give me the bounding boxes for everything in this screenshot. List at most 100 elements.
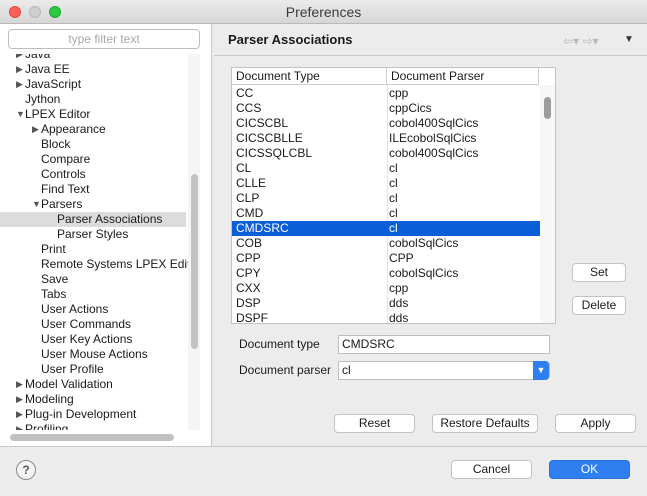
tree-item[interactable]: ▶ JavaScript (0, 77, 186, 92)
preference-tree-pane: type filter text ▶ Java ▶ Java EE ▶ JavaScrip… (0, 24, 212, 446)
tree-item[interactable]: User Key Actions (0, 332, 186, 347)
tree-item[interactable]: Remote Systems LPEX Edito (0, 257, 197, 272)
tree-item-label: Plug-in Development (25, 407, 137, 421)
parser-associations-table[interactable]: Document Type Document Parser CC cpp CCS cp… (231, 67, 556, 324)
table-row[interactable]: CMDSRC cl (232, 221, 541, 236)
document-parser-cell: ILEcobolSqlCics (389, 131, 477, 145)
tree-item-label: Profiling (25, 422, 69, 430)
delete-button[interactable]: Delete (572, 296, 626, 315)
expand-twisty-icon[interactable]: ▶ (16, 377, 23, 392)
document-parser-cell: cl (389, 176, 398, 190)
table-row[interactable]: CPP CPP (232, 251, 541, 266)
set-button[interactable]: Set (572, 263, 626, 282)
tree-item[interactable]: Find Text (0, 182, 186, 197)
apply-button[interactable]: Apply (555, 414, 636, 433)
table-row[interactable]: CICSCBL cobol400SqlCics (232, 116, 541, 131)
tree-item[interactable]: User Commands (0, 317, 186, 332)
collapse-twisty-icon[interactable]: ▼ (32, 197, 41, 212)
tree-item-label: Parser Associations (57, 212, 163, 226)
tree-item-label: Parser Styles (57, 227, 129, 241)
document-type-cell: CCS (236, 101, 262, 115)
table-scrollbar[interactable] (540, 85, 555, 323)
document-parser-cell: cpp (389, 281, 409, 295)
document-parser-cell: cpp (389, 86, 409, 100)
tree-item[interactable]: Save (0, 272, 186, 287)
expand-twisty-icon[interactable]: ▶ (16, 407, 23, 422)
view-menu-icon[interactable]: ▼ (624, 34, 634, 45)
chevron-down-icon[interactable]: ▾ (573, 34, 579, 48)
tree-item[interactable]: Controls (0, 167, 186, 182)
table-row[interactable]: CLLE cl (232, 176, 541, 191)
tree-item[interactable]: Block (0, 137, 186, 152)
chevron-down-icon[interactable]: ▾ (593, 34, 599, 48)
tree-item[interactable]: ▶ Modeling (0, 392, 186, 407)
table-row[interactable]: CXX cpp (232, 281, 541, 296)
tree-item-label: User Commands (41, 317, 132, 331)
collapse-twisty-icon[interactable]: ▼ (16, 107, 25, 122)
reset-button[interactable]: Reset (334, 414, 415, 433)
tree-item[interactable]: ▶ Java EE (0, 62, 186, 77)
tree-item-label: User Profile (41, 362, 104, 376)
document-parser-cell: cobolSqlCics (389, 236, 459, 250)
tree-item[interactable]: User Mouse Actions (0, 347, 186, 362)
table-row[interactable]: CC cpp (232, 86, 541, 101)
document-parser-cell: cl (389, 191, 398, 205)
filter-input[interactable]: type filter text (8, 29, 200, 49)
tree-item[interactable]: Jython (0, 92, 186, 107)
table-row[interactable]: CCS cppCics (232, 101, 541, 116)
expand-twisty-icon[interactable]: ▶ (16, 62, 23, 77)
table-row[interactable]: DSPF dds (232, 311, 541, 324)
ok-button[interactable]: OK (549, 460, 630, 479)
column-header-document-type[interactable]: Document Type (232, 68, 387, 85)
tree-item[interactable]: ▼ LPEX Editor (0, 107, 186, 122)
tree-item[interactable]: User Actions (0, 302, 186, 317)
chevron-down-icon[interactable]: ▼ (533, 361, 549, 380)
tree-item[interactable]: Parser Associations (0, 212, 186, 227)
tree-item-label: Controls (41, 167, 86, 181)
expand-twisty-icon[interactable]: ▶ (16, 392, 23, 407)
expand-twisty-icon[interactable]: ▶ (16, 422, 23, 430)
expand-twisty-icon[interactable]: ▶ (32, 122, 39, 137)
tree-item[interactable]: Print (0, 242, 186, 257)
help-icon[interactable]: ? (16, 460, 36, 480)
expand-twisty-icon[interactable]: ▶ (16, 77, 23, 92)
tree-item[interactable]: ▶ Java (0, 54, 186, 62)
tree-vertical-scrollbar[interactable] (188, 54, 200, 430)
table-row[interactable]: CICSSQLCBL cobol400SqlCics (232, 146, 541, 161)
cancel-button[interactable]: Cancel (451, 460, 532, 479)
column-header-document-parser[interactable]: Document Parser (387, 68, 539, 85)
tree-item[interactable]: ▶ Plug-in Development (0, 407, 186, 422)
tree-item[interactable]: Parser Styles (0, 227, 186, 242)
forward-arrow-icon[interactable]: ⇨ (582, 34, 592, 48)
document-type-field[interactable]: CMDSRC (338, 335, 550, 354)
tree-item[interactable]: ▶ Profiling (0, 422, 186, 430)
back-arrow-icon[interactable]: ⇦ (563, 34, 573, 48)
tree-item[interactable]: ▼ Parsers (0, 197, 186, 212)
table-row[interactable]: CLP cl (232, 191, 541, 206)
document-parser-combo[interactable]: cl ▼ (338, 361, 550, 380)
tree-item[interactable]: ▶ Appearance (0, 122, 186, 137)
document-parser-cell: dds (389, 296, 409, 310)
table-row[interactable]: CL cl (232, 161, 541, 176)
table-row[interactable]: CPY cobolSqlCics (232, 266, 541, 281)
tree-item[interactable]: Tabs (0, 287, 186, 302)
window-title: Preferences (285, 4, 362, 20)
table-row[interactable]: DSP dds (232, 296, 541, 311)
tree-item-label: User Mouse Actions (41, 347, 148, 361)
tree-item-label: Java EE (25, 62, 70, 76)
tree-item[interactable]: User Profile (0, 362, 186, 377)
table-row[interactable]: COB cobolSqlCics (232, 236, 541, 251)
document-type-cell: CLLE (236, 176, 267, 190)
restore-defaults-button[interactable]: Restore Defaults (432, 414, 538, 433)
tree-horizontal-scrollbar[interactable] (8, 433, 188, 442)
tree-item[interactable]: ▶ Model Validation (0, 377, 186, 392)
expand-twisty-icon[interactable]: ▶ (16, 54, 23, 62)
tree-item[interactable]: Compare (0, 152, 186, 167)
table-row[interactable]: CMD cl (232, 206, 541, 221)
title-bar: Preferences (0, 0, 647, 24)
page-title: Parser Associations (228, 32, 353, 47)
document-parser-cell: cobol400SqlCics (389, 146, 479, 160)
table-row[interactable]: CICSCBLLE ILEcobolSqlCics (232, 131, 541, 146)
document-type-cell: CICSCBL (236, 116, 289, 130)
document-parser-cell: dds (389, 311, 409, 324)
